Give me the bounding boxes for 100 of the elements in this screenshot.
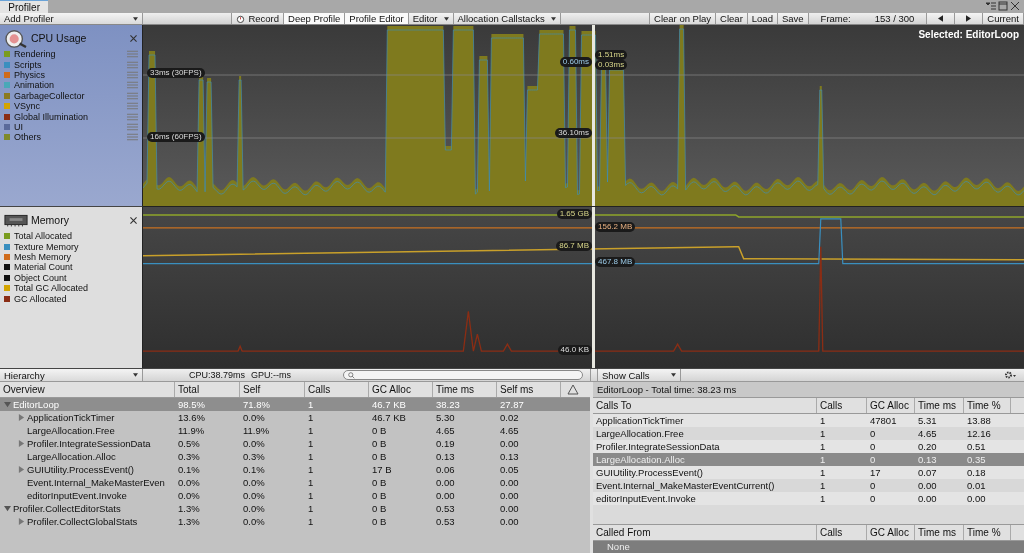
collapsed-arrow-icon[interactable] [18,466,25,473]
column-header[interactable]: Self ms [497,382,561,397]
toolbar-button[interactable]: Clear on Play [650,13,717,25]
expanded-arrow-icon[interactable] [4,401,11,408]
selected-frame-marker[interactable] [592,25,595,207]
call-row[interactable]: editorInputEvent.Invoke 1 0 0.00 0.00 [593,492,1024,505]
drag-handle-icon[interactable] [127,112,138,121]
search-field[interactable] [343,370,584,381]
column-header[interactable]: Self [240,382,305,397]
function-name: editorInputEvent.Invoke [27,490,127,501]
drag-handle-icon[interactable] [127,50,138,59]
record-button[interactable]: Record [232,13,285,25]
legend-label[interactable]: Animation [14,80,123,91]
dropdown-button[interactable]: Allocation Callstacks [453,13,561,25]
legend-label[interactable]: GarbageCollector [14,90,123,101]
legend-label[interactable]: Total Allocated [14,231,142,242]
expanded-arrow-icon[interactable] [4,505,11,512]
column-header[interactable]: Time ms [915,525,964,540]
table-cell-text: 0.00 [499,503,520,514]
legend-label[interactable]: Material Count [14,262,142,273]
collapsed-arrow-icon[interactable] [18,440,25,447]
tree-row[interactable]: GUIUtility.ProcessEvent() 0.1% 0.1% 1 17 B 0.06 0.05 [0,463,590,476]
column-header[interactable]: Called From [593,525,817,540]
column-header[interactable]: GC Alloc [369,382,433,397]
tree-row[interactable]: ApplicationTickTimer 13.6% 0.0% 1 46.7 KB 5.30 0.02 [0,411,590,424]
table-cell-text: 1 [819,415,827,426]
toggle-button[interactable]: Profile Editor [345,13,409,25]
drag-handle-icon[interactable] [127,133,138,142]
drag-handle-icon[interactable] [127,60,138,69]
collapsed-arrow-icon[interactable] [18,414,25,421]
legend-label[interactable]: Global Illumination [14,111,123,122]
table-cell-text: 0.01 [966,480,987,491]
legend-label[interactable]: Total GC Allocated [14,283,142,294]
close-icon[interactable] [130,34,137,42]
column-header[interactable]: Calls [817,398,867,413]
legend-label[interactable]: Physics [14,70,123,81]
legend-label[interactable]: Object Count [14,272,142,283]
legend-label[interactable]: VSync [14,101,123,112]
view-dropdown[interactable]: Hierarchy [0,369,143,381]
drag-handle-icon[interactable] [127,81,138,90]
panel-title: Memory [31,214,70,227]
add-profiler-dropdown[interactable]: Add Profiler [0,13,143,25]
column-header[interactable]: Time % [964,525,1011,540]
legend-label[interactable]: Others [14,132,123,143]
window-controls-icon[interactable] [985,1,1021,11]
close-icon[interactable] [130,216,137,224]
tree-row[interactable]: Profiler.CollectGlobalStats 1.3% 0.0% 1 0 B 0.53 0.00 [0,515,590,528]
toolbar-button[interactable]: Save [777,13,809,25]
toolbar-button[interactable]: Load [747,13,778,25]
column-header[interactable]: Time ms [433,382,497,397]
sample-reading: 0.03ms [595,60,628,71]
column-header[interactable]: Time % [964,398,1011,413]
column-header[interactable]: Calls [817,525,867,540]
tree-row[interactable]: editorInputEvent.Invoke 0.0% 0.0% 1 0 B 0.00 0.00 [0,489,590,502]
drag-handle-icon[interactable] [127,71,138,80]
column-header[interactable]: Time ms [915,398,964,413]
table-cell-text: 0 [869,428,877,439]
tree-row[interactable]: Profiler.CollectEditorStats 1.3% 0.0% 1 0 B 0.53 0.00 [0,502,590,515]
column-header[interactable]: Calls [305,382,369,397]
toggle-button[interactable]: Deep Profile [284,13,346,25]
table-cell-text: 0.0% [242,503,266,514]
table-cell-text: 1.3% [177,516,201,527]
drag-handle-icon[interactable] [127,102,138,111]
settings-icon[interactable] [1004,370,1016,381]
drag-handle-icon[interactable] [127,123,138,131]
toolbar-button[interactable]: Clear [716,13,748,25]
table-cell-text: 4.65 [435,425,456,436]
legend-label[interactable]: Scripts [14,59,123,70]
collapsed-arrow-icon[interactable] [18,518,25,525]
column-header[interactable]: Overview [0,382,175,397]
column-header[interactable]: GC Alloc [867,398,915,413]
table-cell-text: 0 B [371,503,388,514]
column-header[interactable]: Total [175,382,240,397]
tree-row[interactable]: Event.Internal_MakeMasterEven 0.0% 0.0% 1 0 B 0.00 0.00 [0,476,590,489]
calls-view-dropdown[interactable]: Show Calls [597,369,681,381]
legend-label[interactable]: Mesh Memory [14,252,142,263]
left-arrow-icon [938,15,944,23]
column-header[interactable]: Calls To [593,398,817,413]
profiler-tab[interactable]: Profiler [0,0,48,13]
call-row[interactable]: GUIUtility.ProcessEvent() 1 17 0.07 0.18 [593,466,1024,479]
legend-label[interactable]: UI [14,122,123,132]
tree-row[interactable]: Profiler.IntegrateSessionData 0.5% 0.0% 1 0 B 0.19 0.00 [0,437,590,450]
table-cell-text: 0.1% [177,464,201,475]
legend-label[interactable]: GC Allocated [14,293,142,304]
selected-frame-marker[interactable] [592,207,595,369]
call-row[interactable]: Profiler.IntegrateSessionData 1 0 0.20 0.51 [593,440,1024,453]
next-frame-button[interactable] [955,13,984,25]
previous-frame-button[interactable] [927,13,956,25]
table-cell-text: 0.00 [499,438,520,449]
legend-label[interactable]: Rendering [14,49,123,60]
dropdown-button[interactable]: Editor [408,13,454,25]
column-header[interactable]: GC Alloc [867,525,915,540]
call-row[interactable]: ApplicationTickTimer 1 47801 5.31 13.88 [593,414,1024,427]
tree-row[interactable]: LargeAllocation.Free 11.9% 11.9% 1 0 B 4.65 4.65 [0,424,590,437]
drag-handle-icon[interactable] [127,91,138,100]
table-cell-text: 4.65 [499,425,520,436]
current-frame-button[interactable]: Current [983,13,1024,25]
tree-row[interactable]: LargeAllocation.Alloc 0.3% 0.3% 1 0 B 0.13 0.13 [0,450,590,463]
warning-icon[interactable] [567,384,579,395]
legend-label[interactable]: Texture Memory [14,241,142,252]
